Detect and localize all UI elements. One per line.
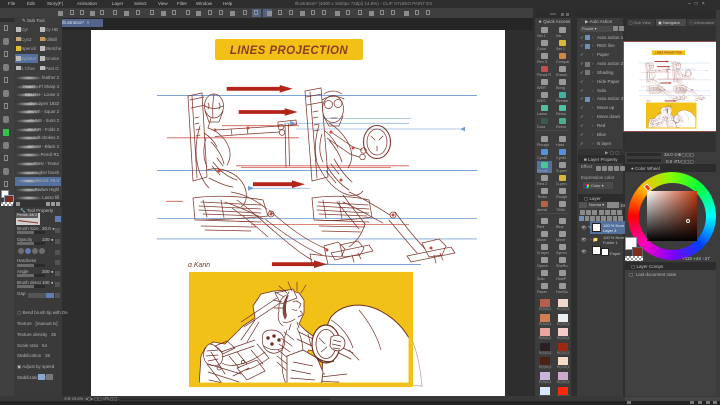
- svg-text:LINES PROJECTION: LINES PROJECTION: [230, 45, 349, 57]
- svg-text:ɑ Karin: ɑ Karin: [188, 262, 210, 269]
